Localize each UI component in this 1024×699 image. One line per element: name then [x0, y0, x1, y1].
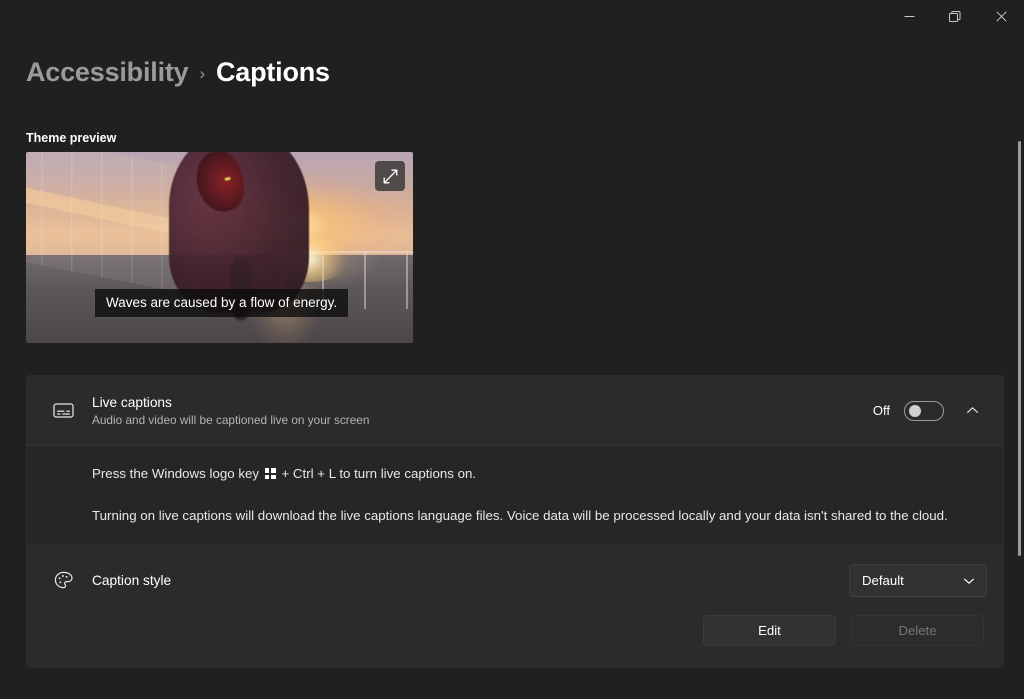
live-captions-collapse-button[interactable] [957, 396, 987, 426]
breadcrumb: Accessibility › Captions [26, 57, 330, 88]
chevron-up-icon [966, 407, 978, 413]
live-captions-privacy-text: Turning on live captions will download t… [92, 507, 948, 523]
close-icon [995, 11, 1007, 22]
caption-style-dropdown[interactable]: Default [849, 564, 987, 597]
caption-style-row[interactable]: Caption style Default [27, 546, 1003, 615]
maximize-restore-button[interactable] [932, 0, 978, 33]
breadcrumb-parent-link[interactable]: Accessibility [26, 57, 189, 88]
caption-style-dropdown-value: Default [862, 573, 904, 588]
theme-preview-image[interactable]: Waves are caused by a flow of energy. [26, 152, 413, 343]
palette-icon [43, 569, 83, 592]
theme-preview-label: Theme preview [26, 131, 117, 145]
live-captions-card: Live captions Audio and video will be ca… [26, 375, 1004, 549]
expand-preview-button[interactable] [375, 161, 405, 191]
chevron-down-icon [964, 578, 974, 584]
minimize-button[interactable] [886, 0, 932, 33]
preview-backpack [191, 152, 249, 216]
caption-style-title: Caption style [92, 572, 172, 588]
closed-caption-icon [43, 399, 83, 422]
title-bar [0, 0, 1024, 33]
close-button[interactable] [978, 0, 1024, 33]
toggle-knob [909, 404, 921, 417]
delete-button: Delete [851, 615, 984, 646]
shortcut-text-after: + Ctrl + L to turn live captions on. [281, 466, 477, 481]
breadcrumb-separator-icon: › [199, 63, 206, 83]
caption-style-actions: Edit Delete [27, 615, 1003, 667]
live-captions-expanded-content: Press the Windows logo key + Ctrl + L to… [27, 445, 1003, 548]
minimize-icon [904, 16, 914, 17]
caption-style-card: Caption style Default Edit Delete [26, 545, 1004, 668]
preview-caption-text: Waves are caused by a flow of energy. [95, 289, 349, 317]
shortcut-text-before: Press the Windows logo key [92, 466, 260, 481]
caption-style-controls: Default [849, 564, 987, 597]
live-captions-toggle[interactable] [904, 400, 944, 421]
page-title: Captions [215, 57, 330, 87]
caption-style-texts: Caption style [83, 572, 849, 589]
restore-icon [949, 10, 961, 22]
live-captions-controls: Off [873, 396, 987, 426]
settings-page: Accessibility › Captions Theme preview W… [0, 33, 1024, 699]
live-captions-title: Live captions [92, 394, 172, 410]
expand-arrows-icon [383, 169, 397, 183]
live-captions-toggle-label: Off [872, 403, 890, 418]
windows-logo-key-icon [264, 468, 276, 479]
live-captions-subtitle: Audio and video will be captioned live o… [92, 412, 370, 427]
live-captions-texts: Live captions Audio and video will be ca… [83, 394, 873, 428]
live-captions-row[interactable]: Live captions Audio and video will be ca… [27, 376, 1003, 445]
edit-button[interactable]: Edit [703, 615, 836, 646]
live-captions-shortcut-text: Press the Windows logo key + Ctrl + L to… [92, 464, 979, 484]
page-scrollbar[interactable] [1018, 141, 1021, 556]
